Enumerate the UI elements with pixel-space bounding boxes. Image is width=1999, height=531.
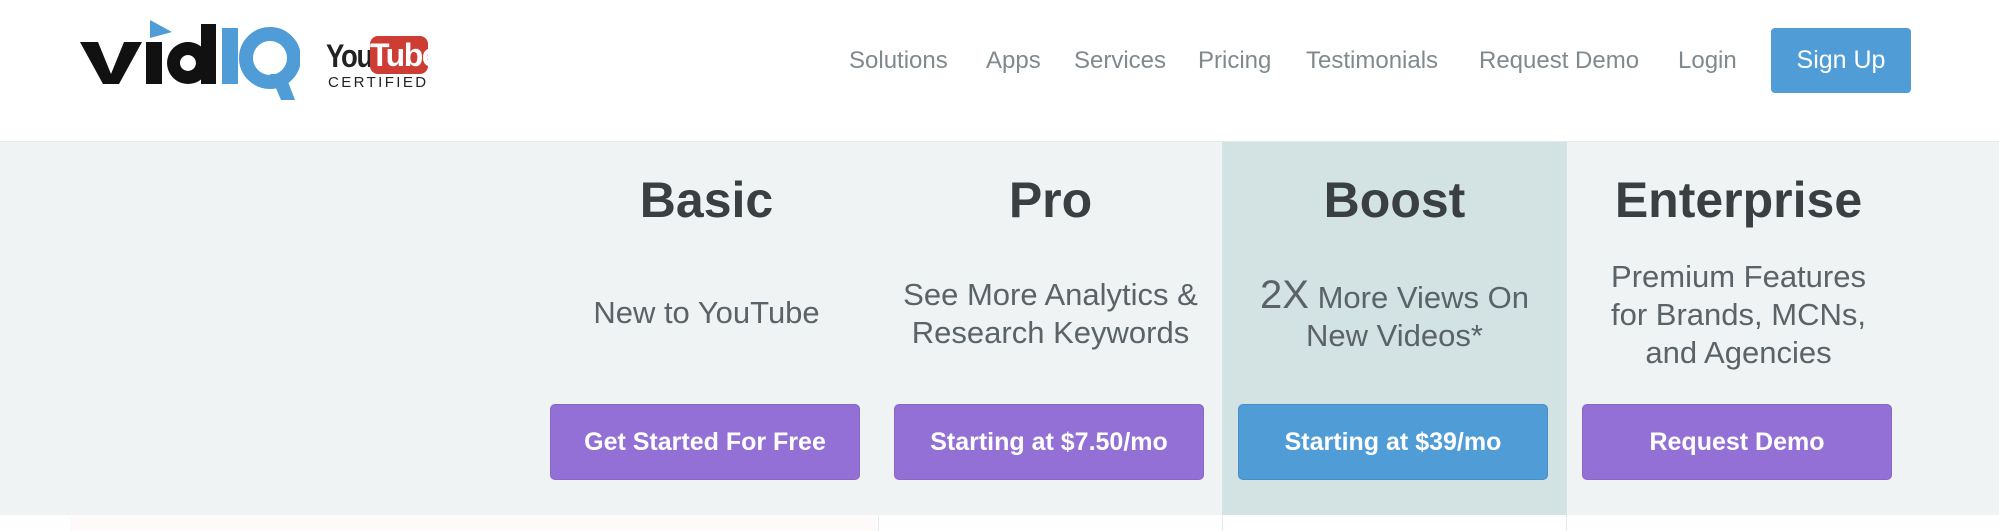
description-highlight: 2X: [1260, 273, 1309, 317]
nav-solutions[interactable]: Solutions: [849, 44, 948, 78]
description-line: New to YouTube: [593, 295, 820, 330]
plan-name: Basic: [639, 172, 774, 228]
plan-basic: Basic New to YouTube Get Started For Fre…: [534, 142, 879, 515]
plan-description: See More Analytics & Research Keywords: [898, 276, 1203, 352]
boost-pricing-button[interactable]: Starting at $39/mo: [1238, 404, 1548, 480]
pro-pricing-button[interactable]: Starting at $7.50/mo: [894, 404, 1204, 480]
column-divider: [1566, 515, 1567, 531]
column-divider: [878, 515, 879, 531]
plan-pro: Pro See More Analytics & Research Keywor…: [878, 142, 1223, 515]
site-header: You Tube CERTIFIED Solutions Apps Servic…: [0, 0, 1999, 142]
plan-name: Pro: [1008, 172, 1093, 228]
enterprise-request-demo-button[interactable]: Request Demo: [1582, 404, 1892, 480]
main-nav: Solutions Apps Services Pricing Testimon…: [0, 0, 1999, 124]
plan-description: 2X More Views On New Videos*: [1242, 273, 1547, 355]
plan-enterprise: Enterprise Premium Features for Brands, …: [1566, 142, 1911, 515]
description-line-1: 2X More Views On: [1242, 273, 1547, 317]
description-line: and Agencies: [1645, 335, 1832, 370]
description-line: More Views On: [1317, 280, 1529, 315]
description-line: for Brands, MCNs,: [1611, 297, 1866, 332]
column-divider: [1222, 515, 1223, 531]
table-cell-bg: [70, 515, 876, 531]
get-started-free-button[interactable]: Get Started For Free: [550, 404, 860, 480]
sign-up-button[interactable]: Sign Up: [1771, 28, 1911, 93]
plan-description: Premium Features for Brands, MCNs, and A…: [1586, 258, 1891, 372]
plan-name: Enterprise: [1614, 172, 1863, 228]
nav-request-demo[interactable]: Request Demo: [1479, 44, 1639, 78]
plan-boost: Boost 2X More Views On New Videos* Start…: [1222, 142, 1567, 515]
nav-login[interactable]: Login: [1678, 44, 1737, 78]
nav-apps[interactable]: Apps: [986, 44, 1041, 78]
plan-description: New to YouTube: [554, 294, 859, 332]
description-line: New Videos*: [1306, 318, 1483, 353]
description-line: Premium Features: [1611, 259, 1866, 294]
nav-services[interactable]: Services: [1074, 44, 1166, 78]
description-line: See More Analytics &: [903, 277, 1198, 312]
nav-pricing[interactable]: Pricing: [1198, 44, 1271, 78]
plan-name: Boost: [1323, 172, 1466, 228]
description-line: Research Keywords: [911, 315, 1190, 350]
feature-table-top: [0, 515, 1999, 531]
nav-testimonials[interactable]: Testimonials: [1306, 44, 1438, 78]
